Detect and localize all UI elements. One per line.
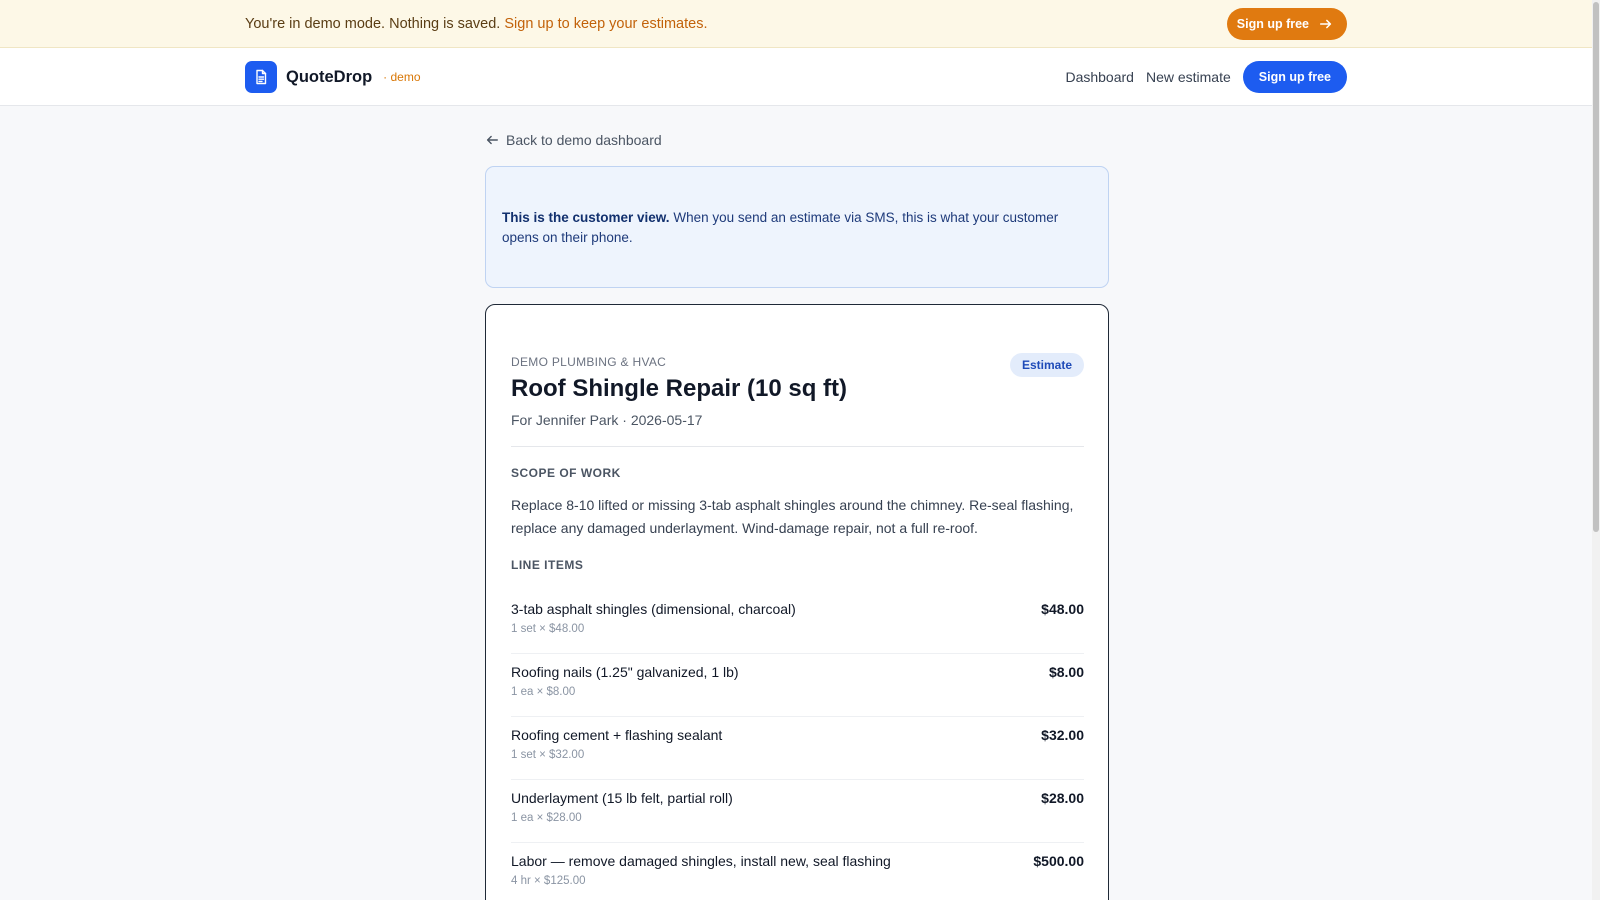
demo-message-text: You're in demo mode. Nothing is saved. <box>245 16 501 32</box>
line-item: Underlayment (15 lb felt, partial roll) … <box>511 780 1084 843</box>
banner-signup-button[interactable]: Sign up free <box>1226 8 1347 40</box>
back-to-dashboard-link[interactable]: Back to demo dashboard <box>485 130 662 150</box>
line-item-detail: 1 ea × $8.00 <box>511 686 576 698</box>
demo-banner: You're in demo mode. Nothing is saved. S… <box>0 0 1592 48</box>
line-item-name: Roofing cement + flashing sealant <box>511 727 723 743</box>
page-scrollbar[interactable] <box>1592 0 1600 900</box>
status-badge: Estimate <box>1009 353 1084 377</box>
line-item-price: $48.00 <box>1041 601 1084 617</box>
line-item-name: Underlayment (15 lb felt, partial roll) <box>511 790 733 806</box>
divider <box>511 446 1084 447</box>
arrow-right-icon <box>1319 19 1332 29</box>
back-link-label: Back to demo dashboard <box>506 132 662 148</box>
brand-demo-tag: · demo <box>383 70 421 84</box>
logo <box>245 61 277 93</box>
company-name: DEMO PLUMBING & HVAC <box>511 355 667 369</box>
line-item-price: $32.00 <box>1041 727 1084 743</box>
line-item-detail: 1 set × $48.00 <box>511 623 585 635</box>
line-items-label: LINE ITEMS <box>511 558 584 572</box>
line-item-price: $28.00 <box>1041 790 1084 806</box>
line-item-detail: 1 set × $32.00 <box>511 749 585 761</box>
top-nav: QuoteDrop · demo Dashboard New estimate … <box>0 48 1592 106</box>
line-item: Roofing nails (1.25" galvanized, 1 lb) 1… <box>511 654 1084 717</box>
header-signup-button[interactable]: Sign up free <box>1242 61 1347 93</box>
brand-name: QuoteDrop <box>286 67 373 86</box>
arrow-left-icon <box>486 135 498 145</box>
scope-label: SCOPE OF WORK <box>511 466 621 480</box>
scrollbar-thumb[interactable] <box>1593 2 1599 532</box>
customer-view-notice: This is the customer view. When you send… <box>485 166 1109 288</box>
brand[interactable]: QuoteDrop · demo <box>245 61 421 93</box>
demo-message: You're in demo mode. Nothing is saved. S… <box>245 16 708 32</box>
line-item-price: $500.00 <box>1033 853 1084 869</box>
line-item-detail: 4 hr × $125.00 <box>511 875 586 887</box>
document-icon <box>256 69 267 85</box>
scope-text: Replace 8-10 lifted or missing 3-tab asp… <box>511 497 1074 536</box>
line-item: Roofing cement + flashing sealant 1 set … <box>511 717 1084 780</box>
line-item-name: Roofing nails (1.25" galvanized, 1 lb) <box>511 664 739 680</box>
estimate-meta: For Jennifer Park · 2026-05-17 <box>511 412 703 428</box>
line-item-price: $8.00 <box>1048 664 1084 680</box>
nav-new-estimate[interactable]: New estimate <box>1146 69 1231 85</box>
line-item: Labor — remove damaged shingles, install… <box>511 843 1084 900</box>
line-item-detail: 1 ea × $28.00 <box>511 812 582 824</box>
nav-links: Dashboard New estimate Sign up free <box>1065 61 1347 93</box>
banner-signup-label: Sign up free <box>1236 17 1309 31</box>
line-items-list: 3-tab asphalt shingles (dimensional, cha… <box>511 591 1084 900</box>
nav-dashboard[interactable]: Dashboard <box>1065 69 1134 85</box>
line-item-name: 3-tab asphalt shingles (dimensional, cha… <box>511 601 796 617</box>
estimate-title: Roof Shingle Repair (10 sq ft) <box>511 375 848 402</box>
line-item: 3-tab asphalt shingles (dimensional, cha… <box>511 591 1084 654</box>
signup-keep-estimates-link[interactable]: Sign up to keep your estimates. <box>504 16 707 32</box>
line-item-name: Labor — remove damaged shingles, install… <box>511 853 891 869</box>
notice-bold: This is the customer view. <box>502 210 670 225</box>
estimate-card: DEMO PLUMBING & HVAC Estimate Roof Shing… <box>485 304 1109 900</box>
